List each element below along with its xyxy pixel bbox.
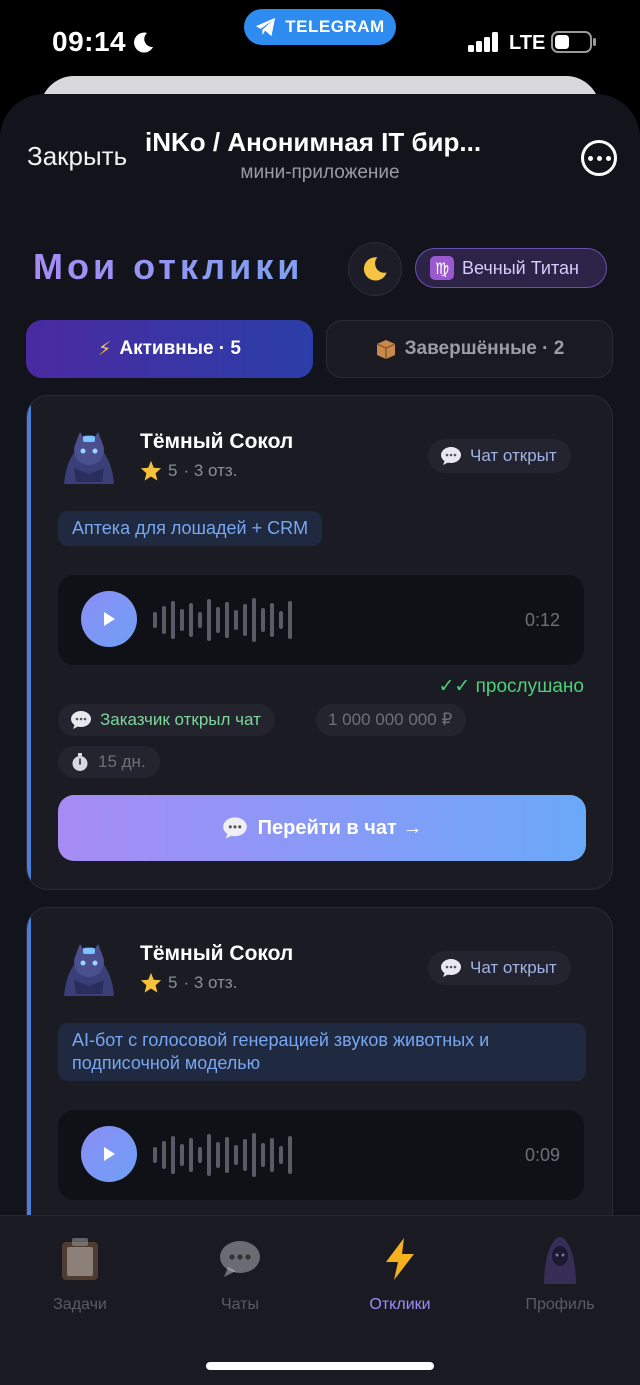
home-indicator[interactable] xyxy=(206,1362,434,1370)
bottom-navigation: Задачи Чаты Отклики Профиль xyxy=(0,1215,640,1385)
nav-label: Чаты xyxy=(220,1296,260,1313)
stopwatch-icon xyxy=(72,753,88,771)
freelancer-name: Тёмный Сокол xyxy=(140,430,294,453)
voice-message: 0:12 xyxy=(58,575,584,665)
battery-icon xyxy=(551,31,596,53)
page-title: Мои отклики xyxy=(33,246,304,287)
status-bar: 09:14 TELEGRAM LTE xyxy=(0,0,640,80)
rating-value: 5 xyxy=(168,973,178,992)
client-opened-chat-chip: Заказчик открыл чат xyxy=(58,704,275,736)
star-icon xyxy=(140,460,162,481)
play-icon xyxy=(104,612,115,626)
client-opened-chat-label: Заказчик открыл чат xyxy=(100,710,261,729)
deadline-label: 15 дн. xyxy=(98,752,146,771)
nav-item-profile[interactable]: Профиль xyxy=(480,1234,640,1314)
star-icon xyxy=(140,972,162,993)
status-time: 09:14 xyxy=(52,26,127,57)
theme-toggle-button[interactable] xyxy=(348,242,402,296)
more-options-button[interactable] xyxy=(581,140,617,176)
nav-item-tasks[interactable]: Задачи xyxy=(0,1234,160,1314)
do-not-disturb-moon-icon xyxy=(134,32,153,53)
nav-label: Задачи xyxy=(53,1296,107,1313)
network-type: LTE xyxy=(509,32,546,54)
reviews-count: · 3 отз. xyxy=(183,973,238,992)
go-to-chat-button[interactable]: Перейти в чат → xyxy=(58,795,586,861)
rank-label: Вечный Титан xyxy=(462,257,579,278)
speech-bubble-icon xyxy=(215,1234,265,1284)
nav-label: Отклики xyxy=(369,1296,431,1313)
rating: 5 · 3 отз. xyxy=(140,460,237,482)
clipboard-icon xyxy=(55,1234,105,1284)
price-chip: 1 000 000 000 ₽ xyxy=(316,704,467,736)
tab-completed-label: Завершённые · 2 xyxy=(404,338,565,359)
nav-label: Профиль xyxy=(525,1296,595,1313)
package-icon xyxy=(376,340,395,359)
voice-duration: 0:12 xyxy=(524,610,560,630)
speech-bubble-icon xyxy=(441,959,461,977)
rank-badge[interactable]: ♍ Вечный Титан xyxy=(415,248,607,288)
mini-app-sheet: Закрыть iNKo / Анонимная IT бир... мини-… xyxy=(0,94,640,1385)
play-button[interactable] xyxy=(81,1126,137,1182)
voice-duration: 0:09 xyxy=(524,1145,560,1165)
chat-status-badge: Чат открыт xyxy=(428,439,571,473)
more-dot xyxy=(587,155,593,161)
freelancer-name: Тёмный Сокол xyxy=(140,942,294,965)
rating-value: 5 xyxy=(168,461,178,480)
project-tag[interactable]: Аптека для лошадей + CRM xyxy=(58,511,323,546)
voice-message: 0:09 xyxy=(58,1110,584,1200)
nav-item-chats[interactable]: Чаты xyxy=(160,1234,320,1314)
reviews-count: · 3 отз. xyxy=(183,461,238,480)
listened-status: ✓✓ прослушано xyxy=(438,676,585,697)
go-to-chat-label: Перейти в чат → xyxy=(257,816,423,839)
deadline-chip: 15 дн. xyxy=(58,746,160,778)
speech-bubble-icon xyxy=(71,711,91,729)
virgo-icon: ♍ xyxy=(430,256,454,280)
lightning-icon: ⚡ xyxy=(98,338,112,360)
nav-item-responses[interactable]: Отклики xyxy=(320,1234,480,1314)
more-dot xyxy=(596,155,602,161)
chat-status-badge: Чат открыт xyxy=(428,951,571,985)
waveform xyxy=(153,1133,292,1177)
app-subtitle: мини-приложение xyxy=(240,162,400,183)
speech-bubble-icon xyxy=(222,817,247,839)
price-label: 1 000 000 000 ₽ xyxy=(328,710,453,729)
lightning-icon xyxy=(375,1234,425,1284)
speech-bubble-icon xyxy=(441,447,461,465)
play-icon xyxy=(104,1147,115,1161)
app-title: iNKo / Анонимная IT бир... xyxy=(145,127,482,157)
hooded-avatar-icon xyxy=(535,1234,585,1284)
signal-strength-icon xyxy=(468,32,498,52)
telegram-pill-label: TELEGRAM xyxy=(285,17,385,36)
telegram-pill[interactable]: TELEGRAM xyxy=(244,9,396,45)
tab-active[interactable]: ⚡ Активные · 5 xyxy=(26,320,313,378)
chat-status-label: Чат открыт xyxy=(470,446,557,465)
telegram-plane-icon xyxy=(256,17,276,37)
tab-completed[interactable]: Завершённые · 2 xyxy=(326,320,613,378)
tab-active-label: Активные · 5 xyxy=(119,338,241,359)
avatar xyxy=(64,944,114,996)
waveform xyxy=(153,598,292,642)
more-dot xyxy=(605,155,611,161)
avatar xyxy=(64,432,114,484)
chat-status-label: Чат открыт xyxy=(470,958,557,977)
project-tag[interactable]: AI-бот с голосовой генерацией звуков жив… xyxy=(58,1023,586,1081)
moon-icon xyxy=(363,257,387,281)
play-button[interactable] xyxy=(81,591,137,647)
rating: 5 · 3 отз. xyxy=(140,972,237,994)
response-card: Тёмный Сокол 5 · 3 отз. Чат открыт Аптек… xyxy=(26,395,613,890)
